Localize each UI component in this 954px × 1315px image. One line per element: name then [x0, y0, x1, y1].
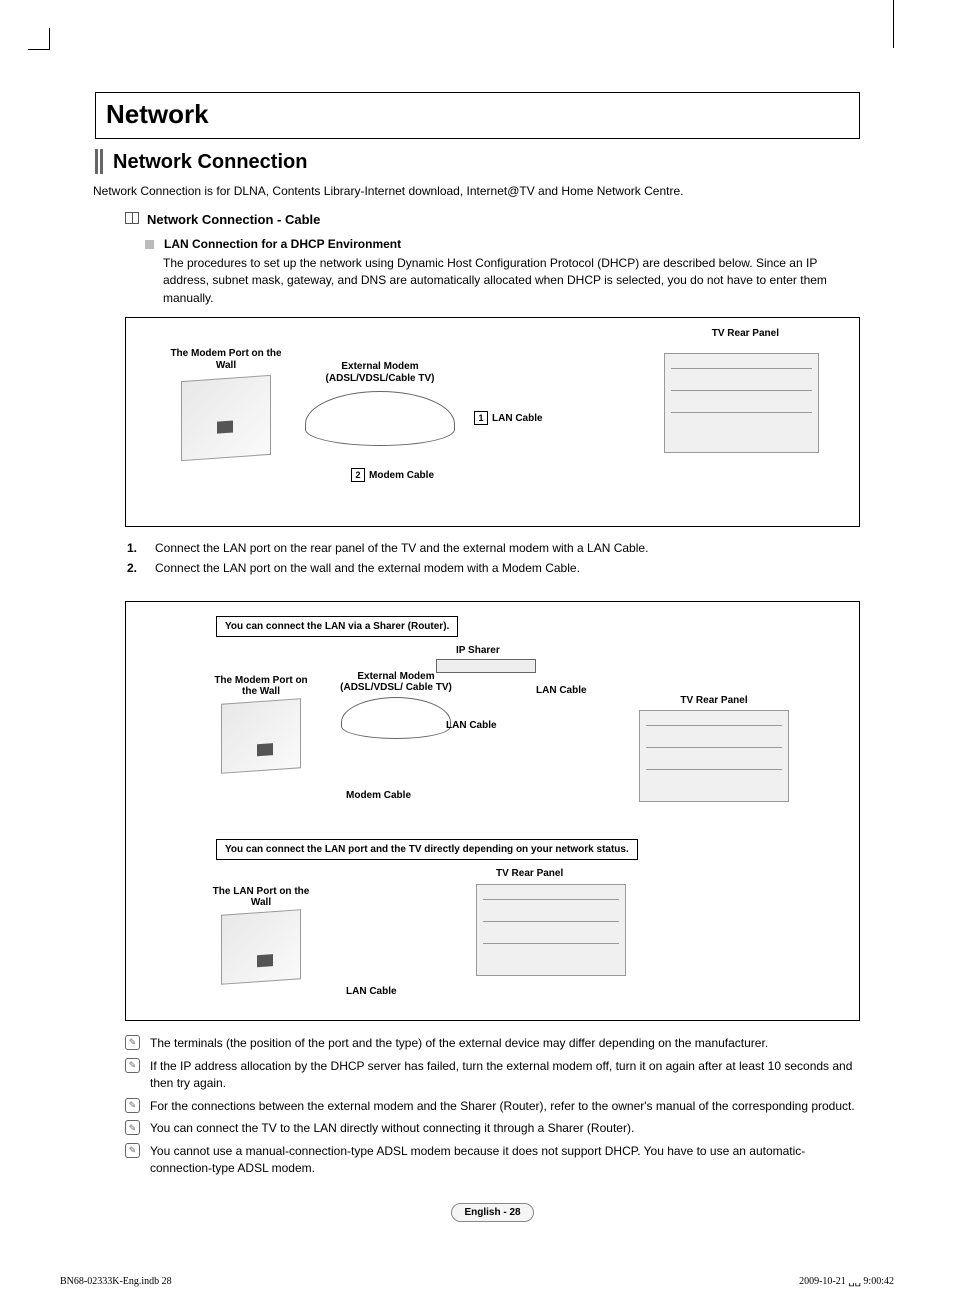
footer-right: 2009-10-21 ␣␣ 9:00:42 [799, 1276, 894, 1287]
tv-rear-panel-label: TV Rear Panel [712, 328, 779, 340]
lan-port-wall-label: The LAN Port on the Wall [206, 886, 316, 908]
wall-port-illustration-2 [221, 698, 301, 774]
page-number-pill: English - 28 [451, 1203, 533, 1222]
section-ornament-icon [95, 149, 105, 174]
intro-text: Network Connection is for DLNA, Contents… [93, 184, 860, 198]
note-text: For the connections between the external… [150, 1098, 855, 1115]
book-icon [125, 212, 139, 224]
topic-row: LAN Connection for a DHCP Environment [145, 237, 860, 251]
lan-cable-label: LAN Cable [492, 413, 543, 424]
modem-cable-number: 2 [351, 468, 365, 482]
note-text: You cannot use a manual-connection-type … [150, 1143, 860, 1177]
steps-list: 1. Connect the LAN port on the rear pane… [127, 541, 860, 575]
note-icon: ✎ [125, 1120, 140, 1135]
modem-cable-label: Modem Cable [369, 470, 434, 481]
step-2: 2. Connect the LAN port on the wall and … [127, 561, 860, 575]
note-item: ✎ The terminals (the position of the por… [125, 1035, 860, 1052]
note-item: ✎ If the IP address allocation by the DH… [125, 1058, 860, 1092]
notes-list: ✎ The terminals (the position of the por… [125, 1035, 860, 1177]
modem-cable-label-2: Modem Cable [346, 790, 411, 801]
lan-cable-number: 1 [474, 411, 488, 425]
wall-port-label-2: The Modem Port on the Wall [206, 675, 316, 697]
modem-cable-tag: 2 Modem Cable [351, 468, 434, 482]
modem-illustration-2 [341, 697, 451, 739]
note-item: ✎ You cannot use a manual-connection-typ… [125, 1143, 860, 1177]
note-item: ✎ You can connect the TV to the LAN dire… [125, 1120, 860, 1137]
square-bullet-icon [145, 240, 154, 249]
tv-rear-panel-label-3: TV Rear Panel [496, 868, 563, 879]
tv-panel-illustration-2 [639, 710, 789, 802]
lan-cable-label-3: LAN Cable [346, 986, 397, 997]
modem-illustration [305, 391, 455, 446]
tv-panel-illustration [664, 353, 819, 453]
note-icon: ✎ [125, 1098, 140, 1113]
chapter-title-box: Network [95, 92, 860, 139]
external-modem-label: External Modem (ADSL/VDSL/Cable TV) [300, 361, 460, 385]
step-text: Connect the LAN port on the wall and the… [155, 561, 580, 575]
external-modem-label-2: External Modem (ADSL/VDSL/ Cable TV) [336, 671, 456, 693]
diagram-box-2: You can connect the LAN via a Sharer (Ro… [125, 601, 860, 1021]
note-icon: ✎ [125, 1058, 140, 1073]
note-item: ✎ For the connections between the extern… [125, 1098, 860, 1115]
router-banner: You can connect the LAN via a Sharer (Ro… [216, 616, 458, 637]
subsection-title: Network Connection - Cable [147, 212, 320, 227]
wall-port-label: The Modem Port on the Wall [166, 348, 286, 372]
lan-cable-label-2b: LAN Cable [446, 720, 497, 731]
section-header: Network Connection [95, 149, 860, 174]
subsection-row: Network Connection - Cable [125, 212, 860, 227]
topic-title: LAN Connection for a DHCP Environment [164, 237, 401, 251]
diagram-box-1: TV Rear Panel The Modem Port on the Wall… [125, 317, 860, 527]
ip-sharer-label: IP Sharer [456, 645, 500, 656]
lan-cable-tag: 1 LAN Cable [474, 411, 543, 425]
note-text: If the IP address allocation by the DHCP… [150, 1058, 860, 1092]
note-text: You can connect the TV to the LAN direct… [150, 1120, 634, 1137]
step-number: 1. [127, 541, 145, 555]
note-text: The terminals (the position of the port … [150, 1035, 768, 1052]
tv-panel-illustration-3 [476, 884, 626, 976]
step-1: 1. Connect the LAN port on the rear pane… [127, 541, 860, 555]
tv-rear-panel-label-2: TV Rear Panel [680, 695, 747, 706]
section-title: Network Connection [113, 149, 307, 174]
direct-banner: You can connect the LAN port and the TV … [216, 839, 638, 860]
wall-port-illustration [181, 375, 271, 461]
step-text: Connect the LAN port on the rear panel o… [155, 541, 648, 555]
topic-body: The procedures to set up the network usi… [163, 255, 860, 307]
chapter-title: Network [106, 99, 849, 130]
step-number: 2. [127, 561, 145, 575]
lan-cable-label-2a: LAN Cable [536, 685, 587, 696]
note-icon: ✎ [125, 1035, 140, 1050]
footer-left: BN68-02333K-Eng.indb 28 [60, 1276, 172, 1287]
wall-port-illustration-3 [221, 909, 301, 985]
note-icon: ✎ [125, 1143, 140, 1158]
